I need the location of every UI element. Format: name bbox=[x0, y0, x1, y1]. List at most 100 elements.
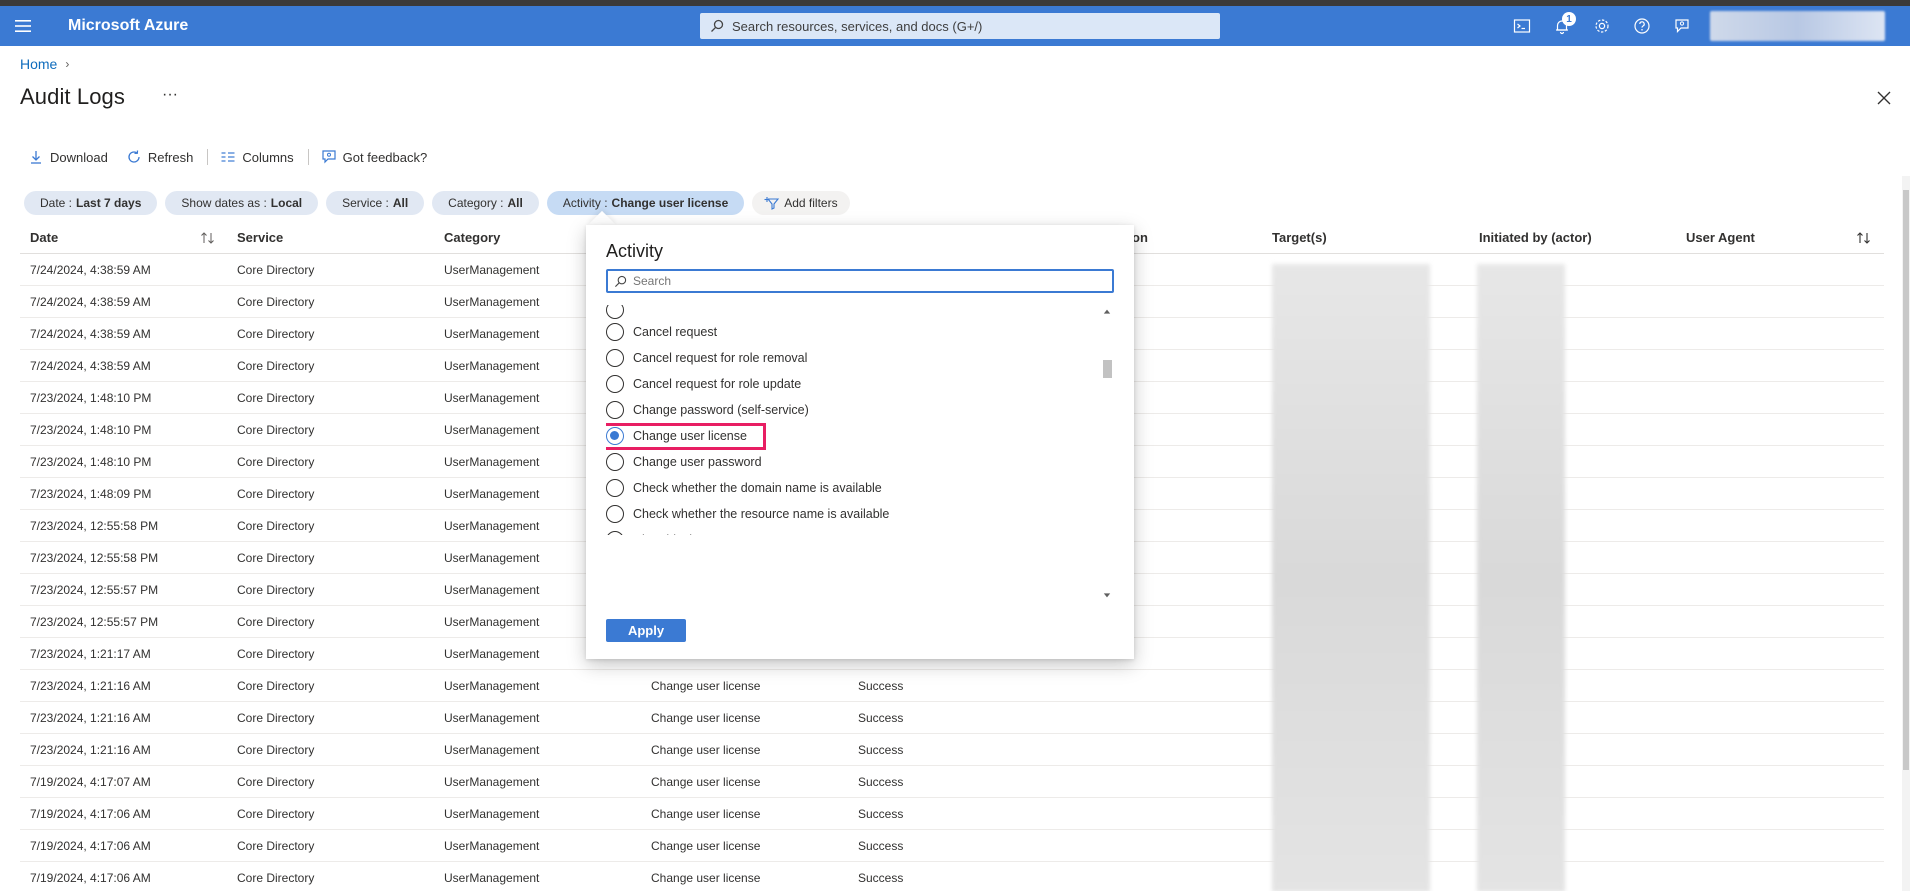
cell-category: UserManagement bbox=[444, 871, 540, 885]
radio-button[interactable] bbox=[606, 453, 624, 471]
table-row[interactable]: 7/19/2024, 4:17:06 AM Core Directory UserM… bbox=[20, 798, 1884, 830]
cell-service: Core Directory bbox=[237, 391, 315, 405]
sort-icon[interactable] bbox=[200, 231, 216, 245]
add-filters-button[interactable]: Add filters bbox=[752, 191, 850, 215]
feedback-button[interactable]: Got feedback? bbox=[313, 146, 438, 168]
feedback-person-icon bbox=[322, 150, 336, 164]
breadcrumb-home-link[interactable]: Home bbox=[20, 56, 57, 72]
filter-pill-value: Last 7 days bbox=[76, 196, 142, 210]
cell-status: Success bbox=[858, 679, 904, 693]
search-icon bbox=[614, 275, 627, 287]
cell-category: UserManagement bbox=[444, 583, 540, 597]
cell-category: UserManagement bbox=[444, 807, 540, 821]
table-row[interactable]: 7/23/2024, 1:21:16 AM Core Directory UserM… bbox=[20, 670, 1884, 702]
cell-service: Core Directory bbox=[237, 583, 315, 597]
cell-activity: Change user license bbox=[651, 839, 761, 853]
cell-date: 7/19/2024, 4:17:06 AM bbox=[30, 807, 151, 821]
table-row[interactable]: 7/23/2024, 1:21:16 AM Core Directory UserM… bbox=[20, 702, 1884, 734]
download-button[interactable]: Download bbox=[20, 146, 118, 168]
filter-pill-show-dates[interactable]: Show dates as : Local bbox=[165, 191, 319, 215]
global-search-placeholder: Search resources, services, and docs (G+… bbox=[732, 18, 983, 34]
brand-title[interactable]: Microsoft Azure bbox=[68, 17, 188, 35]
radio-button[interactable] bbox=[606, 349, 624, 367]
column-header-category[interactable]: Category bbox=[444, 230, 500, 245]
column-header-service[interactable]: Service bbox=[237, 230, 283, 245]
cell-date: 7/19/2024, 4:17:06 AM bbox=[30, 871, 151, 885]
radio-button[interactable] bbox=[606, 323, 624, 341]
sort-icon[interactable] bbox=[1856, 231, 1872, 245]
radio-button[interactable] bbox=[606, 505, 624, 523]
hamburger-menu-icon[interactable] bbox=[0, 6, 46, 46]
gear-icon[interactable] bbox=[1582, 6, 1622, 46]
filter-pill-activity[interactable]: Activity : Change user license bbox=[546, 191, 745, 215]
filter-pill-service[interactable]: Service : All bbox=[326, 191, 425, 215]
filter-pills-bar: Date : Last 7 days Show dates as : Local S… bbox=[24, 191, 850, 215]
add-filter-icon bbox=[764, 197, 780, 210]
activity-search-input[interactable] bbox=[633, 274, 1093, 288]
selection-highlight-box bbox=[606, 423, 766, 450]
close-icon[interactable] bbox=[1874, 88, 1894, 108]
cell-service: Core Directory bbox=[237, 487, 315, 501]
column-header-initiated-by[interactable]: Initiated by (actor) bbox=[1479, 230, 1592, 245]
popup-title: Activity bbox=[606, 241, 664, 261]
cell-category: UserManagement bbox=[444, 295, 540, 309]
activity-options-list[interactable]: Cancel request Cancel request for role re… bbox=[606, 305, 1100, 535]
azure-top-bar: Microsoft Azure Search resources, servic… bbox=[0, 6, 1910, 46]
global-search-box[interactable]: Search resources, services, and docs (G+… bbox=[700, 13, 1220, 39]
command-bar: Download Refresh Columns Got feedback? bbox=[20, 146, 437, 168]
activity-option[interactable]: Change user license bbox=[606, 423, 1100, 450]
table-row[interactable]: 7/23/2024, 1:21:16 AM Core Directory UserM… bbox=[20, 734, 1884, 766]
cloud-shell-icon[interactable] bbox=[1502, 6, 1542, 46]
feedback-icon[interactable] bbox=[1662, 6, 1702, 46]
activity-option[interactable]: Cancel request bbox=[606, 319, 1100, 345]
activity-option[interactable]: Cancel request for role removal bbox=[606, 345, 1100, 371]
cell-service: Core Directory bbox=[237, 807, 315, 821]
columns-button[interactable]: Columns bbox=[212, 146, 303, 168]
page-scrollbar-thumb[interactable] bbox=[1903, 190, 1909, 770]
help-icon[interactable] bbox=[1622, 6, 1662, 46]
radio-button[interactable] bbox=[606, 375, 624, 393]
bell-icon[interactable]: 1 bbox=[1542, 6, 1582, 46]
cell-date: 7/24/2024, 4:38:59 AM bbox=[30, 263, 151, 277]
activity-option[interactable]: Clear block on user bbox=[606, 527, 1100, 535]
more-options-icon[interactable]: ··· bbox=[162, 86, 178, 104]
filter-pill-label: Date : bbox=[40, 196, 73, 210]
cell-service: Core Directory bbox=[237, 743, 315, 757]
scroll-down-arrow-icon[interactable] bbox=[1102, 590, 1112, 600]
activity-option[interactable]: Change password (self-service) bbox=[606, 397, 1100, 423]
table-row[interactable]: 7/19/2024, 4:17:06 AM Core Directory UserM… bbox=[20, 830, 1884, 862]
cell-service: Core Directory bbox=[237, 615, 315, 629]
cell-status: Success bbox=[858, 807, 904, 821]
filter-pill-date[interactable]: Date : Last 7 days bbox=[24, 191, 158, 215]
filter-pill-category[interactable]: Category : All bbox=[432, 191, 539, 215]
cell-date: 7/23/2024, 1:48:10 PM bbox=[30, 391, 152, 405]
radio-button[interactable] bbox=[606, 531, 624, 535]
activity-option[interactable]: Cancel request for role update bbox=[606, 371, 1100, 397]
column-header-targets[interactable]: Target(s) bbox=[1272, 230, 1327, 245]
cell-date: 7/23/2024, 1:21:16 AM bbox=[30, 743, 151, 757]
options-scrollbar[interactable] bbox=[1100, 305, 1114, 605]
column-header-date[interactable]: Date bbox=[30, 230, 58, 245]
radio-button[interactable] bbox=[606, 479, 624, 497]
column-header-activity-tail[interactable]: on bbox=[1132, 230, 1148, 245]
cell-activity: Change user license bbox=[651, 775, 761, 789]
account-avatar-blurred[interactable] bbox=[1710, 11, 1885, 41]
cell-status: Success bbox=[858, 743, 904, 757]
radio-button[interactable] bbox=[606, 401, 624, 419]
apply-button[interactable]: Apply bbox=[606, 619, 686, 642]
activity-option[interactable]: Check whether the domain name is availab… bbox=[606, 475, 1100, 501]
cell-date: 7/24/2024, 4:38:59 AM bbox=[30, 295, 151, 309]
refresh-button[interactable]: Refresh bbox=[118, 146, 204, 168]
options-scrollbar-thumb[interactable] bbox=[1103, 360, 1112, 378]
column-header-user-agent[interactable]: User Agent bbox=[1686, 230, 1755, 245]
cell-activity: Change user license bbox=[651, 807, 761, 821]
table-row[interactable]: 7/19/2024, 4:17:07 AM Core Directory UserM… bbox=[20, 766, 1884, 798]
table-row[interactable]: 7/19/2024, 4:17:06 AM Core Directory UserM… bbox=[20, 862, 1884, 891]
activity-search-field[interactable] bbox=[606, 269, 1114, 293]
activity-option[interactable]: Check whether the resource name is avail… bbox=[606, 501, 1100, 527]
filter-pill-value: All bbox=[392, 196, 409, 210]
feedback-label: Got feedback? bbox=[342, 149, 428, 165]
scroll-up-arrow-icon[interactable] bbox=[1102, 307, 1112, 317]
cell-status: Success bbox=[858, 711, 904, 725]
activity-option[interactable]: Change user password bbox=[606, 449, 1100, 475]
